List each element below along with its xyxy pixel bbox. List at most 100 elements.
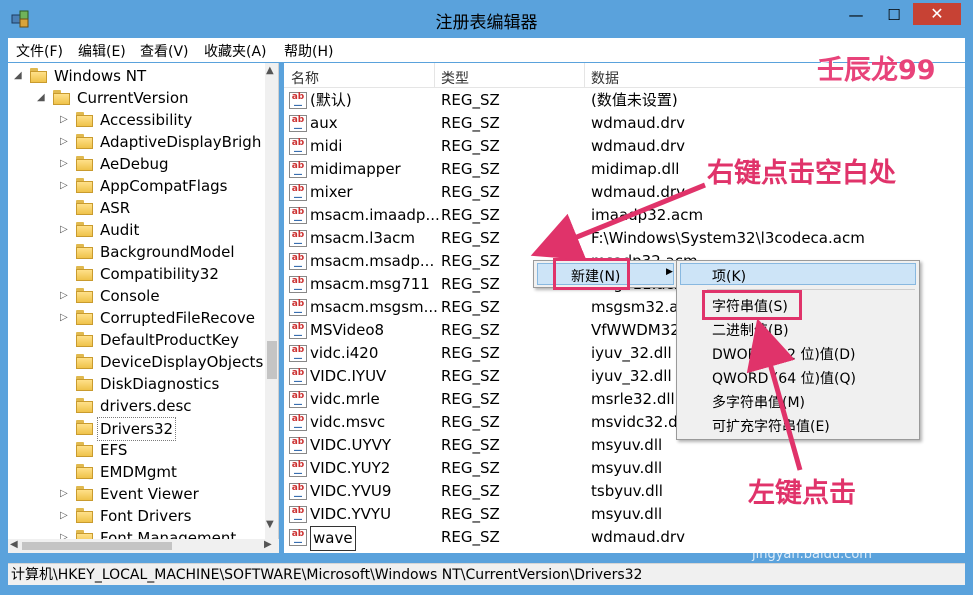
- folder-icon: [76, 332, 93, 347]
- expand-arrow-icon[interactable]: ▷: [60, 219, 68, 241]
- menu-help[interactable]: 帮助(H): [284, 41, 333, 61]
- column-divider[interactable]: [434, 63, 435, 88]
- submenu-arrow-icon: ▶: [666, 267, 673, 277]
- cell-name: VIDC.UYVY: [310, 436, 392, 454]
- cell-type: REG_SZ: [441, 367, 500, 385]
- cell-type: REG_SZ: [441, 160, 500, 178]
- column-name-header[interactable]: 名称: [291, 68, 319, 88]
- string-value-icon: ab —: [289, 414, 307, 433]
- tree-label: CurrentVersion: [77, 89, 189, 107]
- new-submenu: 项(K) 字符串值(S) 二进制值(B) DWORD (32 位)值(D) QW…: [676, 260, 920, 440]
- cell-type: REG_SZ: [441, 344, 500, 362]
- cell-name: msacm.imaadp...: [310, 206, 440, 224]
- string-value-icon: ab —: [289, 276, 307, 295]
- list-row[interactable]: ab — VIDC.YVU9 REG_SZ tsbyuv.dll: [284, 480, 965, 503]
- string-value-icon: ab —: [289, 322, 307, 341]
- tree-label: AeDebug: [100, 155, 169, 173]
- expand-arrow-icon[interactable]: ▷: [60, 505, 68, 527]
- tree-horizontal-scrollbar[interactable]: ◀ ▶: [8, 539, 279, 553]
- tree-label: CorruptedFileRecove: [100, 309, 255, 327]
- cell-name: aux: [310, 114, 338, 132]
- expand-arrow-icon[interactable]: ▷: [60, 285, 68, 307]
- scroll-up-icon[interactable]: ▲: [266, 65, 274, 76]
- submenu-item-key[interactable]: 项(K): [712, 266, 746, 286]
- scroll-down-icon[interactable]: ▼: [266, 519, 274, 530]
- expand-arrow-icon[interactable]: ▷: [60, 483, 68, 505]
- highlight-box-new: [553, 258, 630, 290]
- cell-type: REG_SZ: [441, 482, 500, 500]
- scroll-left-icon[interactable]: ◀: [10, 539, 18, 550]
- cell-data: msyuv.dll: [591, 436, 663, 454]
- title-bar[interactable]: 注册表编辑器 — ☐ ✕: [0, 0, 973, 38]
- cell-name: MSVideo8: [310, 321, 385, 339]
- string-value-icon: ab —: [289, 207, 307, 226]
- cell-type: REG_SZ: [441, 528, 500, 546]
- cell-name: msacm.l3acm: [310, 229, 416, 247]
- cell-data: tsbyuv.dll: [591, 482, 663, 500]
- registry-tree: ◢ Windows NT ◢ CurrentVersion ▷ Accessibi…: [8, 63, 279, 539]
- cell-data: msyuv.dll: [591, 459, 663, 477]
- tree-label: drivers.desc: [100, 397, 192, 415]
- folder-icon: [76, 530, 93, 539]
- column-divider[interactable]: [584, 63, 585, 88]
- cell-name: msacm.msadp...: [310, 252, 435, 270]
- tree-label: AdaptiveDisplayBrigh: [100, 133, 262, 151]
- submenu-item-binary-value[interactable]: 二进制值(B): [712, 320, 789, 340]
- expand-arrow-icon[interactable]: ▷: [60, 153, 68, 175]
- submenu-item-multistring-value[interactable]: 多字符串值(M): [712, 392, 805, 412]
- scroll-right-icon[interactable]: ▶: [264, 539, 272, 550]
- minimize-button[interactable]: —: [838, 4, 874, 26]
- folder-icon: [76, 310, 93, 325]
- menu-file[interactable]: 文件(F): [16, 41, 63, 61]
- expand-arrow-icon[interactable]: ▷: [60, 175, 68, 197]
- cell-name: VIDC.YVYU: [310, 505, 392, 523]
- string-value-icon: ab —: [289, 138, 307, 157]
- maximize-button[interactable]: ☐: [876, 4, 912, 26]
- cell-data: wdmaud.drv: [591, 137, 685, 155]
- annotation-right-click: 右键点击空白处: [707, 158, 896, 189]
- author-watermark: 壬辰龙99: [817, 55, 936, 86]
- column-type-header[interactable]: 类型: [441, 68, 469, 88]
- string-value-icon: ab —: [289, 483, 307, 502]
- expand-arrow-icon[interactable]: ▷: [60, 307, 68, 329]
- menu-favorites[interactable]: 收藏夹(A): [204, 41, 267, 61]
- scroll-thumb[interactable]: [267, 341, 277, 379]
- submenu-item-expandable-string-value[interactable]: 可扩充字符串值(E): [712, 416, 830, 436]
- scroll-thumb[interactable]: [22, 542, 172, 550]
- cell-data: msyuv.dll: [591, 505, 663, 523]
- expand-arrow-icon[interactable]: ▷: [60, 109, 68, 131]
- submenu-item-dword-value[interactable]: DWORD (32 位)值(D): [712, 344, 856, 364]
- list-row[interactable]: ab — (默认) REG_SZ (数值未设置): [284, 89, 965, 112]
- menu-edit[interactable]: 编辑(E): [78, 41, 126, 61]
- submenu-item-qword-value[interactable]: QWORD (64 位)值(Q): [712, 368, 856, 388]
- close-button[interactable]: ✕: [913, 3, 961, 25]
- list-row[interactable]: ab — msacm.imaadp... REG_SZ imaadp32.acm: [284, 204, 965, 227]
- collapse-arrow-icon[interactable]: ◢: [14, 65, 22, 87]
- expand-arrow-icon[interactable]: ▷: [60, 131, 68, 153]
- tree-vertical-scrollbar[interactable]: ▲ ▼: [265, 63, 278, 539]
- tree-label: Font Management: [100, 529, 237, 539]
- folder-icon: [76, 398, 93, 413]
- collapse-arrow-icon[interactable]: ◢: [37, 87, 45, 109]
- cell-type: REG_SZ: [441, 275, 500, 293]
- list-row[interactable]: ab — msacm.l3acm REG_SZ F:\Windows\System32\…: [284, 227, 965, 250]
- string-value-icon: ab —: [289, 115, 307, 134]
- list-row[interactable]: ab — VIDC.YUY2 REG_SZ msyuv.dll: [284, 457, 965, 480]
- menu-view[interactable]: 查看(V): [140, 41, 189, 61]
- cell-type: REG_SZ: [441, 390, 500, 408]
- folder-open-icon: [53, 90, 70, 105]
- list-row[interactable]: ab — aux REG_SZ wdmaud.drv: [284, 112, 965, 135]
- cell-type: REG_SZ: [441, 114, 500, 132]
- string-value-icon: ab —: [289, 230, 307, 249]
- folder-icon: [76, 442, 93, 457]
- string-value-icon: ab —: [289, 92, 307, 111]
- folder-icon: [76, 112, 93, 127]
- tree-label: AppCompatFlags: [100, 177, 228, 195]
- column-data-header[interactable]: 数据: [591, 68, 619, 88]
- expand-arrow-icon[interactable]: ▷: [60, 527, 68, 539]
- string-value-icon: ab —: [289, 437, 307, 456]
- folder-icon: [76, 420, 93, 435]
- cell-data: wdmaud.drv: [591, 183, 685, 201]
- cell-type: REG_SZ: [441, 505, 500, 523]
- cell-type: REG_SZ: [441, 252, 500, 270]
